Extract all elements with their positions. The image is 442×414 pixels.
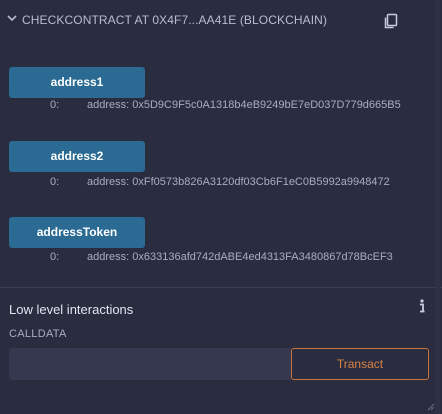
contract-header[interactable]: CHECKCONTRACT AT 0X4F7...AA41E (BLOCKCHA… [0, 0, 442, 40]
result-index: 0: [50, 176, 60, 188]
result-value: address: 0x5D9C9F5c0A1318b4eB9249bE7eD03… [87, 99, 401, 111]
calldata-label: CALLDATA [9, 328, 67, 340]
copy-icon[interactable] [381, 11, 401, 31]
result-value: address: 0xFf0573b826A3120df03Cb6F1eC0B5… [87, 176, 390, 188]
contract-title[interactable]: CHECKCONTRACT AT 0X4F7...AA41E (BLOCKCHA… [22, 13, 327, 27]
address1-result: 0: address: 0x5D9C9F5c0A1318b4eB9249bE7e… [0, 99, 442, 115]
address1-button[interactable]: address1 [9, 67, 145, 98]
deployed-contract-panel: CHECKCONTRACT AT 0X4F7...AA41E (BLOCKCHA… [0, 0, 442, 414]
result-index: 0: [50, 251, 60, 263]
result-value: address: 0x633136afd742dABE4ed4313FA3480… [87, 251, 393, 263]
transact-button[interactable]: Transact [291, 348, 429, 380]
low-level-interactions-title: Low level interactions [9, 302, 134, 317]
address2-button[interactable]: address2 [9, 141, 145, 172]
address2-result: 0: address: 0xFf0573b826A3120df03Cb6F1eC… [0, 176, 442, 192]
scrollbar[interactable] [435, 0, 440, 414]
resize-handle-icon[interactable] [425, 401, 435, 411]
section-divider [0, 287, 442, 288]
calldata-input[interactable] [9, 348, 291, 380]
address-token-button[interactable]: addressToken [9, 217, 145, 248]
info-icon[interactable] [417, 298, 427, 314]
address-token-result: 0: address: 0x633136afd742dABE4ed4313FA3… [0, 251, 442, 267]
result-index: 0: [50, 99, 60, 111]
chevron-down-icon[interactable] [5, 11, 19, 25]
